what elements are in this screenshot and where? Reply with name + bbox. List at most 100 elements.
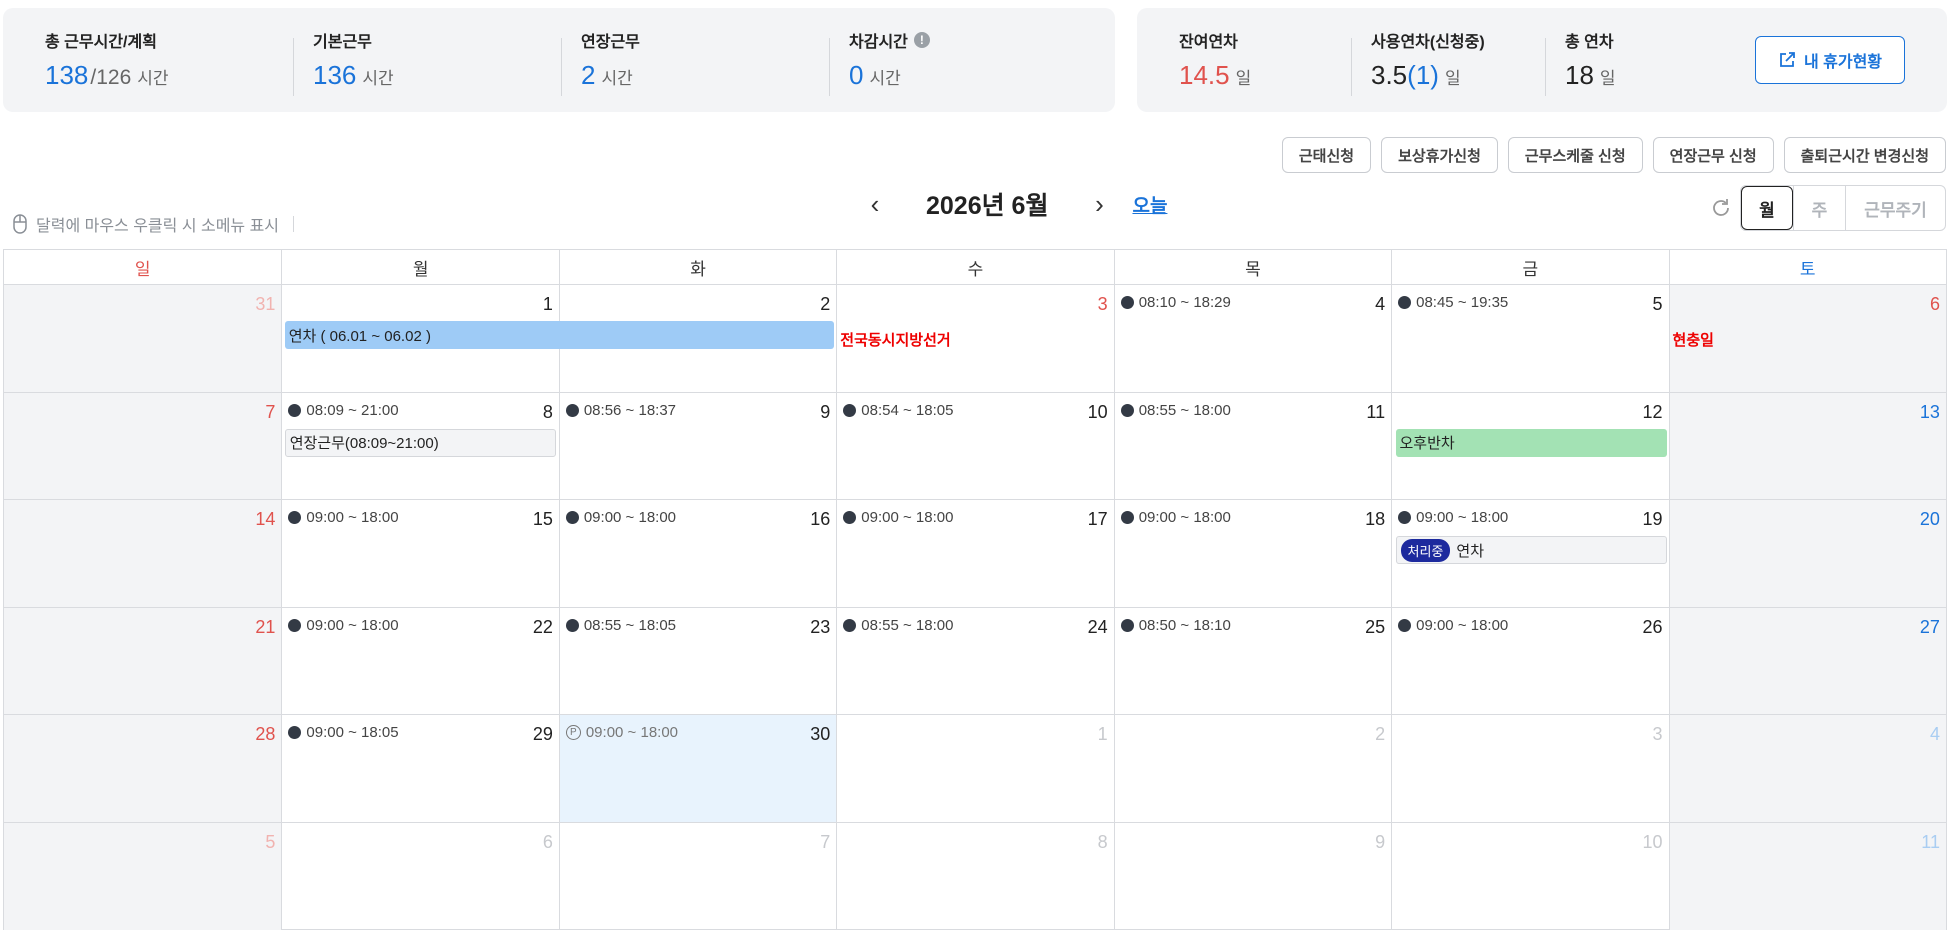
calendar-day-cell[interactable]: 18 09:00 ~ 18:00: [1113, 500, 1391, 607]
day-number: 29: [532, 724, 553, 744]
divider: [293, 38, 294, 96]
work-time-record[interactable]: 09:00 ~ 18:00: [288, 617, 399, 634]
event-label: 연차 ( 06.01 ~ 06.02 ): [288, 327, 431, 345]
calendar-event[interactable]: 연장근무(08:09~21:00): [284, 428, 557, 457]
day-number: 30: [810, 724, 831, 744]
work-time-record[interactable]: 08:55 ~ 18:00: [843, 617, 953, 634]
view-month-button[interactable]: 월: [1741, 186, 1793, 230]
day-number: 10: [1642, 831, 1663, 852]
work-time-record[interactable]: 08:10 ~ 18:29: [1120, 294, 1231, 311]
view-week-button[interactable]: 주: [1793, 186, 1845, 230]
basic-hours-stat: 기본근무 136 시간: [313, 30, 394, 98]
used-leave-label: 사용연차(신청중): [1371, 34, 1485, 51]
calendar-day-cell[interactable]: 26 09:00 ~ 18:00: [1391, 607, 1668, 714]
event-label: 연차: [1456, 542, 1484, 560]
work-time-record[interactable]: 08:56 ~ 18:37: [565, 402, 676, 419]
calendar-day-cell[interactable]: 3 전국동시지방선거: [836, 285, 1113, 392]
calendar-day-cell[interactable]: 8: [836, 822, 1113, 930]
work-time-record[interactable]: 08:55 ~ 18:05: [565, 617, 676, 634]
calendar-day-cell[interactable]: 7: [558, 822, 836, 930]
work-time-record[interactable]: P 09:00 ~ 18:00: [565, 724, 678, 741]
compensatory-leave-request-button[interactable]: 보상휴가신청: [1381, 137, 1498, 173]
day-number: 27: [1919, 616, 1940, 637]
dot-icon: [843, 511, 857, 524]
view-work-cycle-button[interactable]: 근무주기: [1845, 186, 1945, 230]
calendar-day-cell[interactable]: 14: [4, 500, 282, 607]
work-time-text: 09:00 ~ 18:00: [1138, 509, 1231, 526]
basic-hours-value: 136: [313, 60, 357, 90]
calendar-day-cell[interactable]: 7: [4, 392, 282, 499]
calendar-day-cell[interactable]: 10: [1391, 822, 1668, 930]
calendar-day-cell[interactable]: 9 08:56 ~ 18:37: [558, 392, 836, 499]
remaining-leave-unit: 일: [1235, 69, 1252, 88]
weekday-header-cell: 목: [1113, 250, 1391, 284]
calendar-day-cell[interactable]: 3: [1391, 715, 1668, 822]
calendar-day-cell[interactable]: 13: [1668, 392, 1946, 499]
calendar-day-cell[interactable]: 17 09:00 ~ 18:00: [836, 500, 1113, 607]
calendar-day-cell[interactable]: 5: [4, 822, 282, 930]
calendar-day-cell[interactable]: 25 08:50 ~ 18:10: [1113, 607, 1391, 714]
commute-time-change-request-button[interactable]: 출퇴근시간 변경신청: [1783, 137, 1946, 173]
calendar-day-cell[interactable]: 10 08:54 ~ 18:05: [836, 392, 1113, 499]
calendar-day-cell[interactable]: 6 현충일: [1668, 285, 1946, 392]
work-schedule-request-button[interactable]: 근무스케줄 신청: [1507, 137, 1643, 173]
refresh-icon[interactable]: [1706, 193, 1736, 223]
calendar-event[interactable]: 처리중 연차: [1395, 536, 1668, 564]
calendar-day-cell[interactable]: 29 09:00 ~ 18:05: [281, 715, 558, 822]
event-label: 연장근무(08:09~21:00): [289, 435, 439, 452]
calendar-day-cell[interactable]: 23 08:55 ~ 18:05: [558, 607, 836, 714]
calendar-day-cell[interactable]: 1: [836, 715, 1113, 822]
today-link[interactable]: 오늘: [1132, 191, 1167, 218]
calendar-event[interactable]: 연차 ( 06.01 ~ 06.02 ): [284, 321, 835, 349]
remaining-leave-stat: 잔여연차 14.5 일: [1179, 30, 1251, 98]
info-icon[interactable]: !: [913, 32, 930, 48]
work-time-record[interactable]: 09:00 ~ 18:05: [288, 724, 399, 741]
work-time-record[interactable]: 08:54 ~ 18:05: [843, 402, 953, 419]
work-time-record[interactable]: 08:09 ~ 21:00: [288, 402, 399, 419]
calendar-day-cell[interactable]: 28: [4, 715, 282, 822]
calendar-day-cell[interactable]: 4 08:10 ~ 18:29: [1113, 285, 1391, 392]
used-leave-value: 3.5: [1371, 60, 1408, 90]
calendar-day-cell[interactable]: 21: [4, 607, 282, 714]
day-number: 7: [820, 831, 831, 852]
prev-month-button[interactable]: ‹: [860, 189, 890, 219]
next-month-button[interactable]: ›: [1084, 189, 1114, 219]
calendar-day-cell[interactable]: 22 09:00 ~ 18:00: [281, 607, 558, 714]
overtime-request-button[interactable]: 연장근무 신청: [1652, 137, 1774, 173]
work-time-record[interactable]: 09:00 ~ 18:00: [843, 509, 953, 526]
day-number: 7: [265, 401, 276, 422]
calendar-day-cell[interactable]: 4: [1668, 715, 1946, 822]
day-number: 4: [1929, 724, 1940, 744]
calendar-day-cell[interactable]: 11 08:55 ~ 18:00: [1113, 392, 1391, 499]
calendar-day-cell[interactable]: 20: [1668, 500, 1946, 607]
calendar-day-cell[interactable]: 11: [1668, 822, 1946, 930]
work-time-record[interactable]: 08:45 ~ 19:35: [1398, 294, 1508, 311]
calendar-day-cell[interactable]: 6: [281, 822, 558, 930]
calendar-day-cell[interactable]: 16 09:00 ~ 18:00: [558, 500, 836, 607]
work-time-record[interactable]: 09:00 ~ 18:00: [1398, 509, 1508, 526]
dot-icon: [1120, 511, 1134, 524]
work-time-record[interactable]: 09:00 ~ 18:00: [565, 509, 676, 526]
calendar-event[interactable]: 오후반차: [1395, 428, 1668, 457]
total-leave-stat: 총 연차 18 일: [1565, 30, 1616, 98]
calendar-day-cell[interactable]: 30 P 09:00 ~ 18:00: [558, 715, 837, 822]
my-vacation-status-button[interactable]: 내 휴가현황: [1755, 36, 1905, 84]
calendar-day-cell[interactable]: 24 08:55 ~ 18:00: [836, 607, 1113, 714]
work-time-record[interactable]: 09:00 ~ 18:00: [1120, 509, 1231, 526]
day-number: 3: [1097, 294, 1108, 314]
day-number: 2: [820, 294, 831, 314]
work-time-record[interactable]: 08:50 ~ 18:10: [1120, 617, 1231, 634]
work-time-record[interactable]: 08:55 ~ 18:00: [1120, 402, 1231, 419]
calendar-day-cell[interactable]: 2: [1113, 715, 1391, 822]
calendar-day-cell[interactable]: 5 08:45 ~ 19:35: [1391, 285, 1668, 392]
month-navigation: ‹ 2026년 6월 › 오늘: [860, 186, 1168, 222]
work-time-record[interactable]: 09:00 ~ 18:00: [288, 509, 399, 526]
calendar-day-cell[interactable]: 27: [1668, 607, 1946, 714]
calendar-day-cell[interactable]: 15 09:00 ~ 18:00: [281, 500, 558, 607]
calendar-day-cell[interactable]: 31: [4, 285, 282, 392]
work-time-record[interactable]: 09:00 ~ 18:00: [1398, 617, 1508, 634]
calendar-day-cell[interactable]: 9: [1113, 822, 1391, 930]
dot-icon: [843, 618, 857, 632]
day-number: 21: [255, 616, 276, 637]
attendance-request-button[interactable]: 근태신청: [1281, 137, 1372, 173]
